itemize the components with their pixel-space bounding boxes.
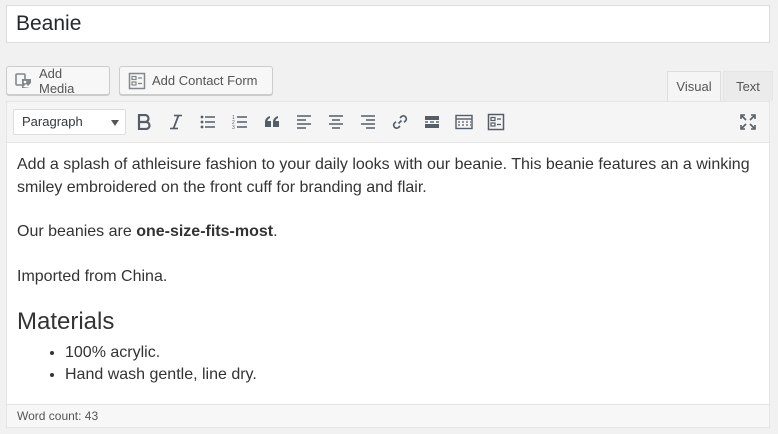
paragraph-intro: Add a splash of athleisure fashion to yo… xyxy=(17,156,750,196)
size-bold: one-size-fits-most xyxy=(136,223,274,240)
chevron-down-icon xyxy=(111,120,119,126)
add-media-button[interactable]: Add Media xyxy=(6,65,110,96)
materials-heading: Materials xyxy=(17,308,115,335)
add-contact-form-button[interactable]: Add Contact Form xyxy=(119,66,273,95)
align-left-button[interactable] xyxy=(292,110,316,134)
size-prefix: Our beanies are xyxy=(17,223,137,240)
list-item: 100% acrylic. xyxy=(65,342,759,364)
size-suffix: . xyxy=(273,223,278,240)
italic-button[interactable] xyxy=(164,110,188,134)
blockquote-button[interactable] xyxy=(260,110,284,134)
bulleted-list-button[interactable] xyxy=(196,110,220,134)
read-more-icon xyxy=(425,116,439,128)
format-select[interactable]: Paragraph xyxy=(13,109,126,135)
form-icon xyxy=(487,113,505,131)
bold-icon xyxy=(137,114,151,130)
read-more-button[interactable] xyxy=(420,110,444,134)
link-button[interactable] xyxy=(388,110,412,134)
content-editor: Paragraph 1 2 3 Add a splash of athleisu… xyxy=(6,101,770,428)
fullscreen-icon xyxy=(740,114,756,130)
align-right-button[interactable] xyxy=(356,110,380,134)
post-title-input[interactable]: Beanie xyxy=(6,5,770,43)
bold-button[interactable] xyxy=(132,110,156,134)
fullscreen-button[interactable] xyxy=(736,110,760,134)
editor-toolbar: Paragraph 1 2 3 xyxy=(7,102,769,143)
paragraph-size: Our beanies are one-size-fits-most. xyxy=(17,221,759,244)
align-center-icon xyxy=(329,115,343,129)
numbered-list-button[interactable]: 1 2 3 xyxy=(228,110,252,134)
list-item: Hand wash gentle, line dry. xyxy=(65,364,759,386)
format-select-value: Paragraph xyxy=(22,114,83,129)
toolbar-toggle-button[interactable] xyxy=(452,110,476,134)
blockquote-icon xyxy=(265,116,279,127)
align-left-icon xyxy=(297,115,311,129)
bulleted-list-icon xyxy=(200,115,215,129)
italic-icon xyxy=(170,114,182,130)
materials-list: 100% acrylic. Hand wash gentle, line dry… xyxy=(17,342,759,386)
svg-text:3: 3 xyxy=(232,125,235,130)
add-media-icon xyxy=(15,72,33,89)
numbered-list-icon: 1 2 3 xyxy=(232,115,247,130)
add-contact-form-label: Add Contact Form xyxy=(152,73,258,88)
link-icon xyxy=(392,115,408,129)
form-button[interactable] xyxy=(484,110,508,134)
paragraph-origin: Imported from China. xyxy=(17,267,168,285)
contact-form-icon xyxy=(128,72,146,90)
add-media-label: Add Media xyxy=(39,65,75,96)
toolbar-toggle-icon xyxy=(455,114,473,130)
word-count: Word count: 43 xyxy=(7,404,769,427)
align-center-button[interactable] xyxy=(324,110,348,134)
editor-content[interactable]: Add a splash of athleisure fashion to yo… xyxy=(7,143,769,405)
tab-text[interactable]: Text xyxy=(723,71,773,101)
align-right-icon xyxy=(361,115,375,129)
tab-visual[interactable]: Visual xyxy=(667,71,721,101)
